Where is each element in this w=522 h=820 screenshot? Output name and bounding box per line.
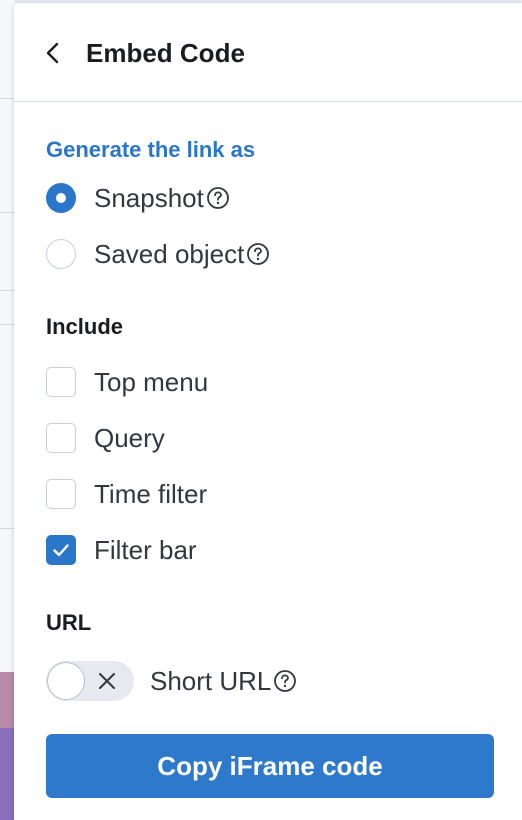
checkbox[interactable]	[46, 367, 76, 397]
panel-title: Embed Code	[86, 38, 245, 68]
checkbox-option-time-filter[interactable]: Time filter	[46, 477, 207, 511]
checkbox[interactable]	[46, 535, 76, 565]
question-circle-icon[interactable]	[206, 186, 230, 210]
back-button[interactable]	[42, 39, 66, 67]
toggle-knob	[47, 662, 85, 700]
background-page-edge	[0, 0, 14, 820]
radio-label: Snapshot	[94, 183, 204, 213]
checkbox-option-top-menu[interactable]: Top menu	[46, 365, 208, 399]
checkbox-label: Filter bar	[94, 535, 197, 565]
radio-option-snapshot[interactable]: Snapshot	[46, 181, 230, 215]
embed-code-panel: Embed Code Generate the link as Snapshot…	[14, 3, 522, 820]
question-circle-icon[interactable]	[246, 242, 270, 266]
include-heading: Include	[46, 314, 124, 339]
question-circle-icon[interactable]	[273, 669, 297, 693]
generate-link-heading: Generate the link as	[46, 137, 256, 162]
panel-header: Embed Code	[14, 3, 522, 102]
short-url-label: Short URL	[150, 666, 272, 696]
radio-button[interactable]	[46, 239, 76, 269]
checkbox[interactable]	[46, 479, 76, 509]
short-url-label-group: Short URL	[150, 664, 297, 698]
checkbox-label: Time filter	[94, 479, 208, 509]
checkmark-icon	[53, 544, 69, 557]
short-url-toggle[interactable]	[46, 661, 134, 701]
checkbox[interactable]	[46, 423, 76, 453]
copy-iframe-code-button[interactable]: Copy iFrame code	[46, 734, 494, 798]
close-icon	[99, 673, 115, 689]
checkbox-option-query[interactable]: Query	[46, 421, 165, 455]
url-heading: URL	[46, 610, 92, 635]
chevron-left-icon	[46, 42, 59, 64]
checkbox-label: Query	[94, 423, 165, 453]
checkbox-label: Top menu	[94, 367, 209, 397]
radio-option-saved-object[interactable]: Saved object	[46, 237, 270, 271]
radio-label: Saved object	[94, 239, 245, 269]
checkbox-option-filter-bar[interactable]: Filter bar	[46, 533, 197, 567]
radio-button[interactable]	[46, 183, 76, 213]
